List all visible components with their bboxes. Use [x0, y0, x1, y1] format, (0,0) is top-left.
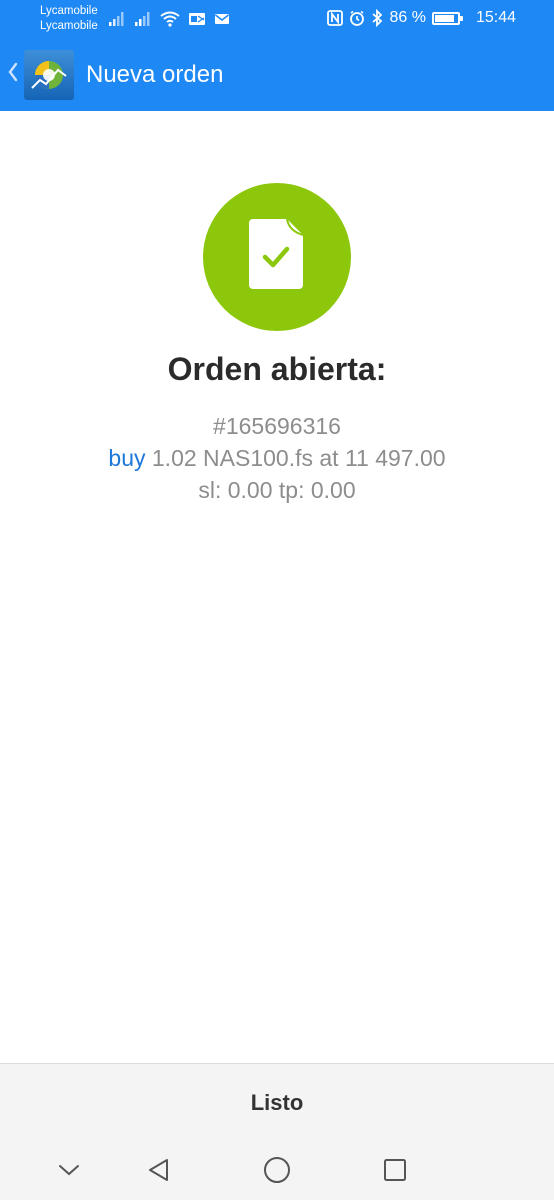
- clock: 15:44: [475, 9, 516, 26]
- signal-2-icon: [135, 12, 150, 26]
- status-left-icons: [108, 10, 230, 28]
- metatrader-logo-icon: [31, 61, 67, 89]
- order-summary-line: buy 1.02 NAS100.fs at 11 497.00: [0, 442, 554, 474]
- order-sl-tp: sl: 0.00 tp: 0.00: [198, 477, 356, 503]
- battery-icon: [431, 11, 463, 25]
- carrier-2-label: Lycamobile: [40, 20, 98, 32]
- app-header: Lycamobile Lycamobile 86 % 15:44 Nueva o…: [0, 0, 554, 111]
- metatrader-logo[interactable]: [24, 50, 74, 100]
- circle-home-icon: [264, 1157, 290, 1183]
- wifi-icon: [160, 11, 180, 27]
- nfc-icon: [327, 10, 344, 26]
- nav-recents-button[interactable]: [380, 1155, 410, 1185]
- nav-back-button[interactable]: [144, 1155, 174, 1185]
- mail-app-icon: [189, 13, 205, 25]
- page-title: Nueva orden: [86, 61, 224, 88]
- done-button[interactable]: Listo: [0, 1064, 554, 1142]
- order-number: #165696316: [213, 413, 341, 439]
- battery-percent: 86 %: [389, 9, 426, 26]
- nav-hide-button[interactable]: [54, 1155, 84, 1185]
- result-title: Orden abierta:: [167, 351, 387, 387]
- document-check-icon: [249, 219, 304, 289]
- toolbar: Nueva orden: [0, 44, 554, 106]
- triangle-back-icon: [149, 1159, 168, 1181]
- envelope-icon: [215, 14, 229, 24]
- chevron-left-icon[interactable]: [6, 58, 20, 86]
- battery-level: [434, 14, 454, 22]
- nav-home-button[interactable]: [262, 1155, 292, 1185]
- system-nav-bar: [0, 1141, 554, 1200]
- chevron-down-icon: [59, 1165, 79, 1176]
- success-badge: [203, 183, 351, 331]
- square-recents-icon: [384, 1159, 406, 1181]
- order-details: #165696316 buy 1.02 NAS100.fs at 11 497.…: [0, 410, 554, 506]
- bottom-action-bar: Listo: [0, 1063, 554, 1141]
- carrier-labels: Lycamobile Lycamobile: [40, 4, 98, 34]
- alarm-icon: [350, 10, 365, 26]
- status-right: 86 % 15:44: [327, 8, 516, 28]
- signal-1-icon: [109, 12, 124, 26]
- order-summary: 1.02 NAS100.fs at 11 497.00: [145, 445, 446, 471]
- bluetooth-icon: [372, 9, 383, 27]
- status-bar: Lycamobile Lycamobile 86 % 15:44: [0, 0, 554, 38]
- order-side: buy: [108, 445, 146, 471]
- carrier-1-label: Lycamobile: [40, 5, 98, 17]
